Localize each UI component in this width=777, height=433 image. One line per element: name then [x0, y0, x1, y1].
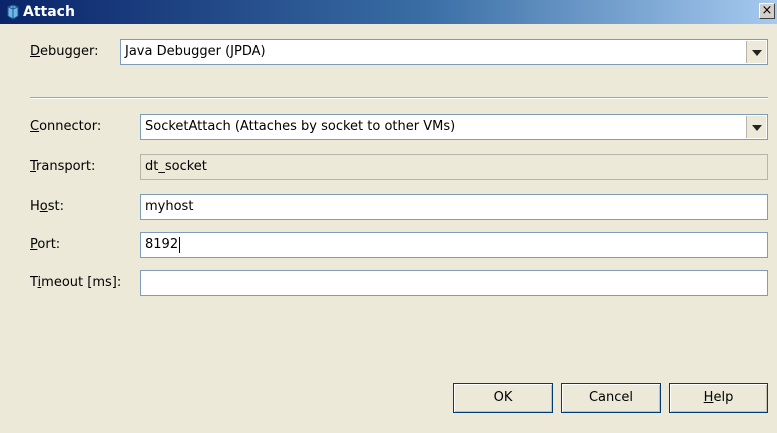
transport-value: dt_socket [145, 159, 207, 174]
separator [30, 97, 768, 99]
dialog-body: Debugger: Java Debugger (JPDA) Connector… [0, 24, 777, 433]
close-icon: × [761, 3, 773, 18]
cancel-button[interactable]: Cancel [561, 383, 661, 413]
transport-field: dt_socket [140, 154, 768, 180]
connector-label: Connector: [30, 119, 102, 134]
title-bar[interactable]: Attach × [0, 0, 777, 24]
host-value: myhost [145, 199, 194, 214]
java-cup-icon [7, 4, 19, 20]
dialog-title: Attach [23, 4, 75, 20]
debugger-combo[interactable]: Java Debugger (JPDA) [120, 39, 768, 65]
debugger-label: Debugger: [30, 44, 99, 59]
text-caret [179, 236, 181, 253]
help-label: Help [703, 390, 734, 405]
transport-label: Transport: [30, 159, 96, 174]
close-button[interactable]: × [759, 3, 775, 19]
timeout-input[interactable] [140, 270, 768, 296]
cancel-label: Cancel [588, 390, 634, 405]
connector-value: SocketAttach (Attaches by socket to othe… [145, 119, 456, 134]
help-button[interactable]: Help [669, 383, 768, 413]
host-label: Host: [30, 199, 64, 214]
ok-button[interactable]: OK [453, 383, 553, 413]
host-input[interactable]: myhost [140, 194, 768, 220]
port-label: Port: [30, 237, 61, 252]
port-value: 8192 [145, 237, 179, 252]
ok-label: OK [493, 390, 513, 405]
chevron-down-icon[interactable] [746, 116, 766, 138]
attach-dialog: Attach × Debugger: Java Debugger (JPDA) … [0, 0, 777, 433]
chevron-down-icon[interactable] [746, 41, 766, 63]
timeout-label: Timeout [ms]: [30, 275, 122, 290]
port-input[interactable]: 8192 [140, 232, 768, 258]
connector-combo[interactable]: SocketAttach (Attaches by socket to othe… [140, 114, 768, 140]
debugger-value: Java Debugger (JPDA) [125, 44, 266, 59]
